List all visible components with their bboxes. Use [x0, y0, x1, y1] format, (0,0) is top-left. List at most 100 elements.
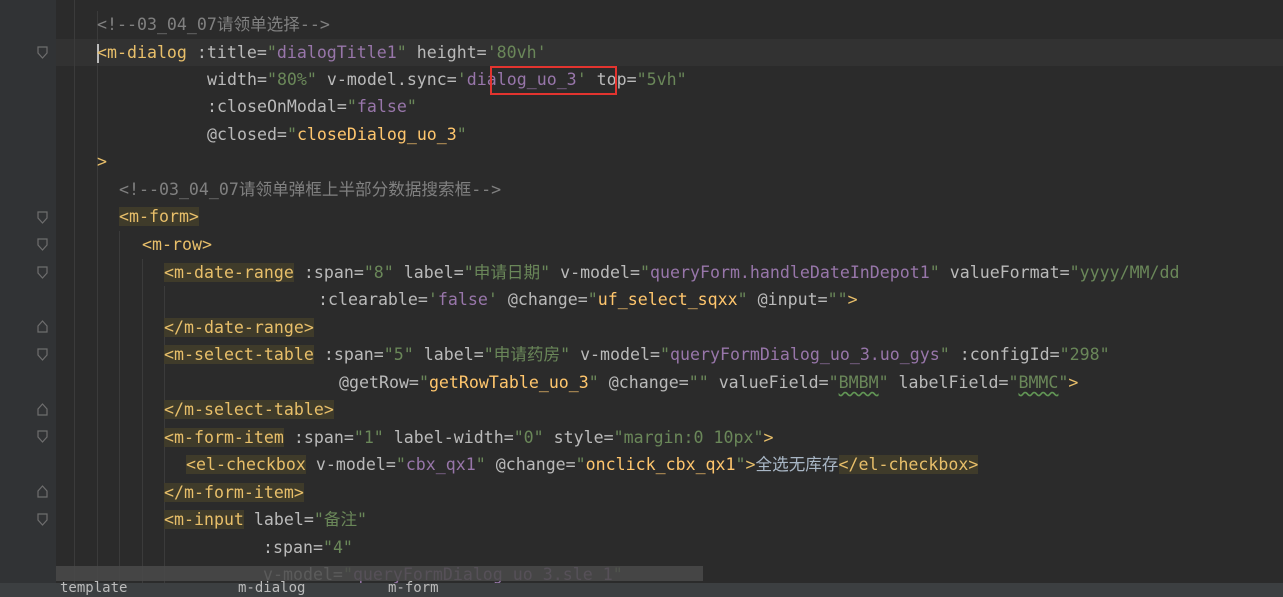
code-token: "	[737, 290, 748, 309]
code-line[interactable]: <m-select-table :span="5" label="申请药房" v…	[164, 341, 1110, 368]
code-token: valueField=	[708, 373, 829, 392]
code-token: "	[878, 373, 889, 392]
code-line[interactable]: @getRow="getRowTable_uo_3" @change="" va…	[339, 369, 1078, 396]
indent-guide	[119, 231, 120, 597]
code-token: "80%"	[266, 70, 317, 89]
code-token: "	[640, 263, 651, 282]
horizontal-scrollbar[interactable]	[56, 566, 703, 581]
code-token: "5"	[383, 345, 414, 364]
breadcrumb-item[interactable]: m-form	[388, 580, 439, 596]
code-token: v-model=	[570, 345, 660, 364]
breadcrumb-item[interactable]: m-dialog	[238, 580, 305, 596]
code-token: </el-checkbox>	[838, 455, 979, 474]
code-line[interactable]: >	[97, 148, 107, 175]
fold-marker-icon[interactable]	[37, 348, 48, 361]
unfold-marker-icon[interactable]	[37, 485, 48, 498]
code-token: BMBM	[838, 373, 879, 392]
code-token: '	[487, 290, 498, 309]
unfold-marker-icon[interactable]	[37, 320, 48, 333]
code-token: :span=	[313, 345, 384, 364]
code-line[interactable]: @closed="closeDialog_uo_3"	[207, 121, 467, 148]
code-token: :span=	[283, 428, 354, 447]
code-token: @change=	[485, 455, 576, 474]
code-line[interactable]: </m-form-item>	[164, 479, 304, 506]
code-line[interactable]: <m-row>	[142, 231, 212, 258]
fold-marker-icon[interactable]	[37, 430, 48, 443]
code-token: :closeOnModal=	[207, 97, 347, 116]
code-line[interactable]: <el-checkbox v-model="cbx_qx1" @change="…	[186, 451, 979, 478]
code-token: queryForm.handleDateInDepot1	[650, 263, 930, 282]
code-token: "备注"	[313, 510, 368, 529]
code-line[interactable]: <m-dialog :title="dialogTitle1" height='…	[97, 39, 547, 66]
editor-gutter[interactable]	[0, 0, 56, 597]
code-token: "	[660, 345, 670, 364]
code-token: "	[929, 263, 940, 282]
code-token: :clearable=	[318, 290, 428, 309]
code-token: "1"	[353, 428, 384, 447]
code-token: "	[588, 373, 599, 392]
code-line[interactable]: <!--03_04_07请领单弹框上半部分数据搜索框-->	[119, 176, 501, 203]
code-token: valueFormat=	[939, 263, 1070, 282]
code-token: v-model.sync=	[316, 70, 457, 89]
indent-guide	[74, 0, 75, 597]
code-token: style=	[543, 428, 614, 447]
code-line[interactable]: <m-form-item :span="1" label-width="0" s…	[164, 424, 773, 451]
code-token: @getRow=	[339, 373, 419, 392]
code-token: "	[828, 373, 839, 392]
code-token: "	[575, 455, 586, 474]
code-line[interactable]: <m-input label="备注"	[164, 506, 367, 533]
code-token: <m-row>	[142, 235, 212, 254]
code-token: label=	[393, 263, 464, 282]
code-token: "8"	[363, 263, 394, 282]
code-token: "5vh"	[636, 70, 687, 89]
code-token: "	[1008, 373, 1019, 392]
code-token: "yyyy/MM/dd	[1069, 263, 1180, 282]
code-token: v-model=	[305, 455, 396, 474]
code-line[interactable]: :closeOnModal="false"	[207, 93, 417, 120]
indent-guide	[97, 11, 98, 597]
code-token: @change=	[598, 373, 689, 392]
fold-marker-icon[interactable]	[37, 513, 48, 526]
code-token: "0"	[513, 428, 544, 447]
highlight-box	[490, 66, 617, 95]
fold-marker-icon[interactable]	[37, 46, 48, 59]
code-token: >	[745, 455, 756, 474]
fold-marker-icon[interactable]	[37, 211, 48, 224]
code-token: 全选无库存	[755, 455, 839, 474]
indent-guide	[142, 259, 143, 597]
code-token: "	[346, 97, 357, 116]
code-line[interactable]: <m-date-range :span="8" label="申请日期" v-m…	[164, 259, 1180, 286]
code-token: <el-checkbox	[186, 455, 306, 474]
code-token: @change=	[497, 290, 588, 309]
code-token: <!--03_04_07请领单弹框上半部分数据搜索框-->	[119, 180, 502, 199]
code-token: "	[456, 125, 467, 144]
code-line[interactable]: :span="4"	[263, 534, 353, 561]
code-token: false	[437, 290, 488, 309]
code-token: cbx_qx1	[405, 455, 476, 474]
code-token: '80vh'	[486, 43, 547, 62]
code-token: <m-form>	[119, 207, 199, 226]
code-token: "	[266, 43, 277, 62]
code-token: uf_select_sqxx	[597, 290, 738, 309]
code-line[interactable]: <!--03_04_07请领单选择-->	[97, 11, 330, 38]
code-token: :span=	[263, 538, 323, 557]
fold-marker-icon[interactable]	[37, 266, 48, 279]
code-token: >	[97, 152, 107, 171]
code-line[interactable]: </m-select-table>	[164, 396, 334, 423]
code-token: false	[356, 97, 407, 116]
code-token: "margin:0 10px"	[613, 428, 764, 447]
code-token: width=	[207, 70, 267, 89]
breadcrumb-bar: template m-dialog m-form	[0, 580, 1283, 597]
code-line[interactable]: <m-form>	[119, 203, 199, 230]
code-line[interactable]: </m-date-range>	[164, 314, 314, 341]
code-token: "	[587, 290, 598, 309]
code-token: ""	[688, 373, 709, 392]
code-editor[interactable]: <!--03_04_07请领单选择--> <m-dialog :title="di…	[56, 0, 1283, 597]
code-token: '	[427, 290, 438, 309]
code-token: labelField=	[888, 373, 1009, 392]
breadcrumb-item[interactable]: template	[60, 580, 127, 596]
unfold-marker-icon[interactable]	[37, 403, 48, 416]
code-token: "4"	[322, 538, 353, 557]
code-line[interactable]: :clearable='false' @change="uf_select_sq…	[318, 286, 858, 313]
fold-marker-icon[interactable]	[37, 238, 48, 251]
